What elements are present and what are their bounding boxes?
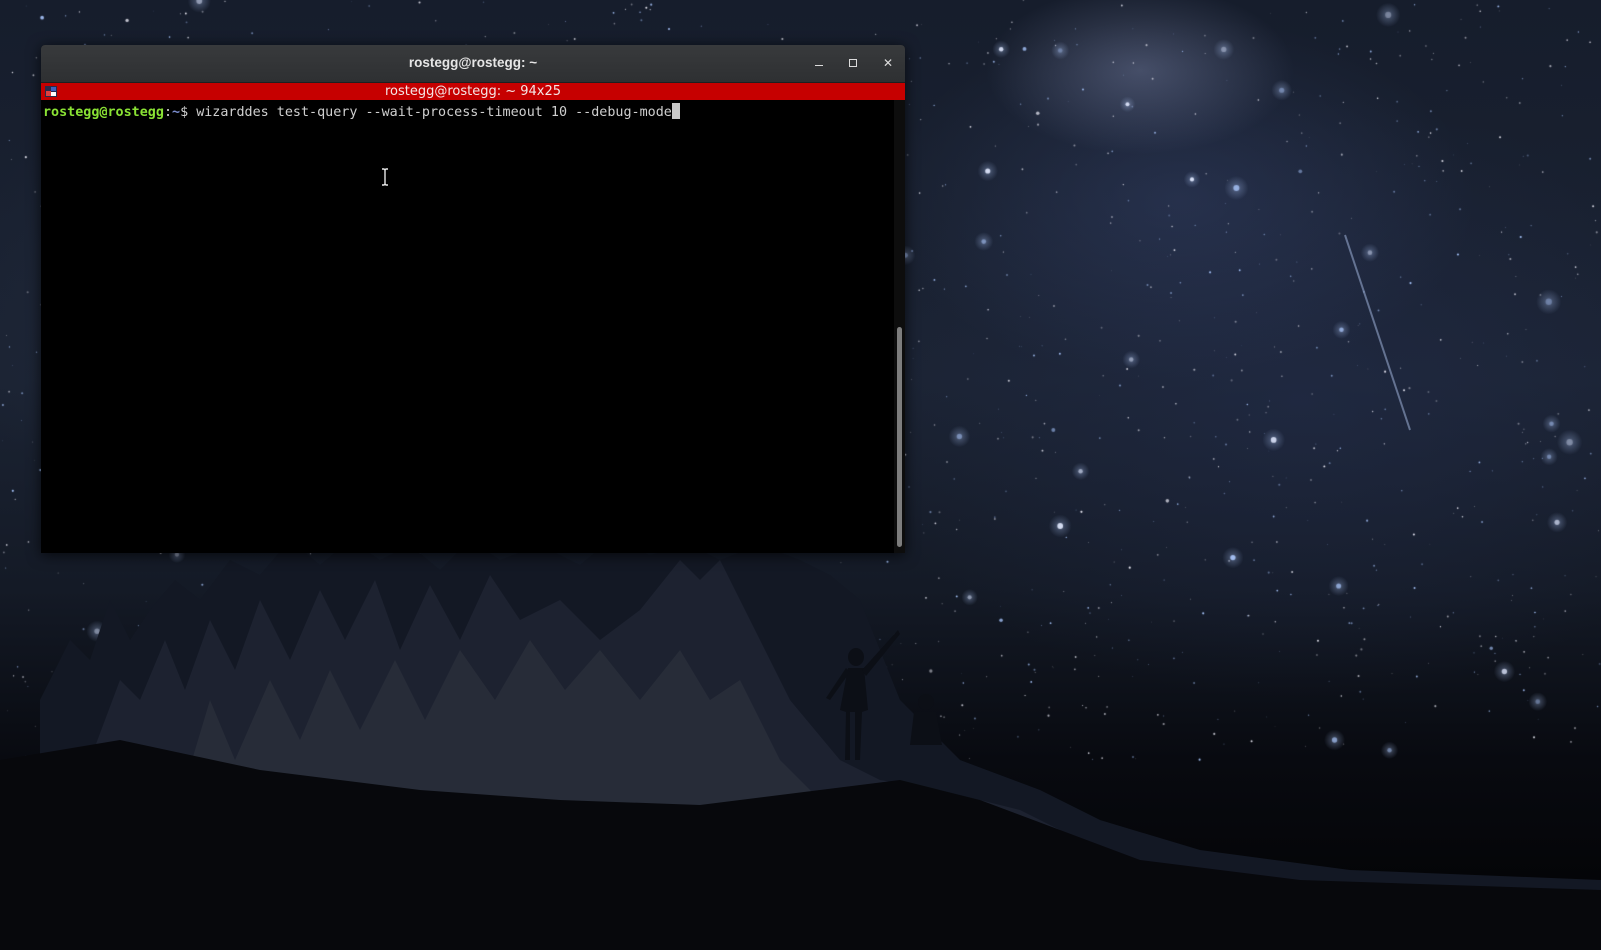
desktop-wallpaper: rostegg@rostegg: ~ ✕ rostegg@rostegg: ~ … [0, 0, 1601, 950]
scrollbar-thumb[interactable] [897, 327, 902, 547]
window-title: rostegg@rostegg: ~ [408, 55, 538, 70]
prompt-symbol: $ [180, 105, 197, 120]
prompt-path: ~ [172, 105, 181, 120]
tmux-title: rostegg@rostegg: ~ 94x25 [384, 84, 562, 99]
scrollbar[interactable] [894, 100, 905, 553]
maximize-icon [849, 59, 857, 67]
prompt-line[interactable]: rostegg@rostegg:~$ wizarddes test-query … [43, 103, 680, 121]
block-cursor [671, 103, 680, 119]
prompt-separator: : [163, 105, 172, 120]
minimize-button[interactable] [809, 53, 829, 73]
command-text: wizarddes test-query --wait-process-time… [196, 105, 672, 120]
tmux-status-bar: rostegg@rostegg: ~ 94x25 [41, 83, 905, 100]
maximize-button[interactable] [843, 53, 863, 73]
minimize-icon [815, 65, 823, 66]
window-titlebar[interactable]: rostegg@rostegg: ~ ✕ [41, 45, 905, 83]
text-cursor-icon [382, 168, 388, 186]
terminal-window[interactable]: rostegg@rostegg: ~ ✕ rostegg@rostegg: ~ … [41, 45, 905, 553]
close-button[interactable]: ✕ [878, 53, 898, 73]
close-icon: ✕ [882, 56, 894, 70]
terminal-output[interactable]: rostegg@rostegg:~$ wizarddes test-query … [41, 100, 894, 553]
prompt-user-host: rostegg@rostegg [43, 105, 164, 120]
